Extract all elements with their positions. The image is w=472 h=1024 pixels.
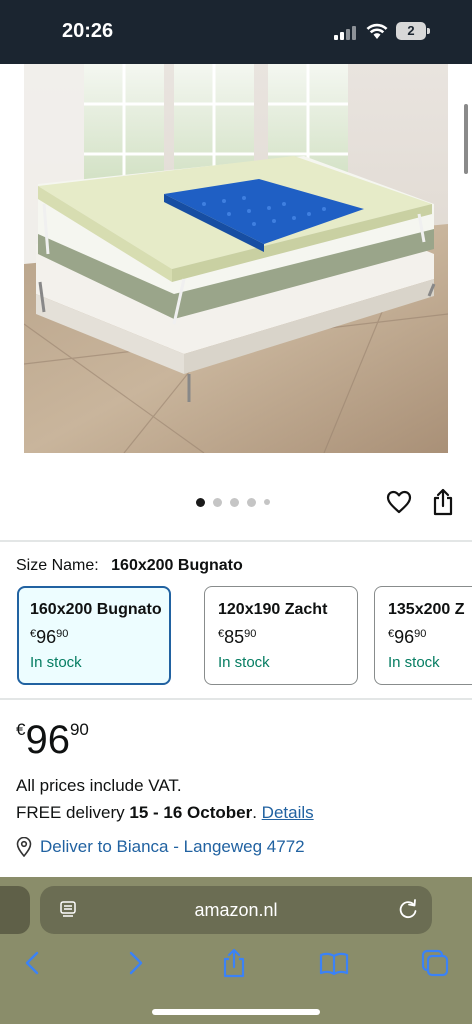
size-option-name: 160x200 Bugnato <box>30 601 162 618</box>
pager-dot[interactable] <box>230 497 239 507</box>
pager-dot[interactable] <box>213 497 222 507</box>
size-option-name: 120x190 Zacht <box>218 601 328 618</box>
delivery-dates: 15 - 16 October <box>129 803 253 822</box>
tabs-icon[interactable] <box>420 948 450 978</box>
previous-tab-stub[interactable] <box>0 886 30 934</box>
size-option-stock: In stock <box>218 654 270 671</box>
url-text: amazon.nl <box>194 900 278 920</box>
deliver-to-link[interactable]: Deliver to Bianca - Langeweg 4772 <box>16 837 305 857</box>
heart-icon[interactable] <box>386 489 412 515</box>
share-icon[interactable] <box>219 948 249 978</box>
status-bar: 20:26 2 <box>0 0 472 64</box>
size-option-stock: In stock <box>30 654 82 671</box>
image-pager-dots[interactable] <box>196 497 270 507</box>
delivery-info: FREE delivery 15 - 16 October. Details <box>16 803 314 822</box>
size-option-price: €9690 <box>388 627 427 647</box>
size-name-label: Size Name: <box>16 557 99 574</box>
battery-icon: 2 <box>396 22 426 40</box>
battery-tip <box>427 28 430 34</box>
delivery-details-link[interactable]: Details <box>262 803 314 822</box>
share-icon[interactable] <box>431 488 455 516</box>
size-option-120x190-zacht[interactable]: 120x190 Zacht €8590 In stock <box>204 586 358 685</box>
wifi-icon <box>366 23 388 39</box>
size-option-price: €8590 <box>218 627 257 647</box>
size-option-price: €9690 <box>30 627 69 647</box>
product-price: €9690 <box>16 718 89 762</box>
back-icon[interactable] <box>18 948 48 978</box>
location-pin-icon <box>16 837 32 857</box>
size-name-row: Size Name: 160x200 Bugnato <box>16 557 243 575</box>
product-image[interactable] <box>24 64 448 453</box>
size-name-value: 160x200 Bugnato <box>111 557 243 574</box>
vat-note: All prices include VAT. <box>16 776 182 795</box>
reload-icon[interactable] <box>398 899 418 921</box>
size-option-160x200-bugnato[interactable]: 160x200 Bugnato €9690 In stock <box>17 586 171 685</box>
size-option-stock: In stock <box>388 654 440 671</box>
pager-dot[interactable] <box>264 499 270 505</box>
section-divider <box>0 540 472 542</box>
pager-dot-active[interactable] <box>196 497 205 507</box>
address-bar[interactable]: amazon.nl <box>40 886 432 934</box>
size-option-name: 135x200 Z <box>388 601 465 618</box>
scroll-indicator[interactable] <box>464 104 468 174</box>
section-divider <box>0 698 472 700</box>
home-indicator[interactable] <box>152 1009 320 1015</box>
size-option-135x200[interactable]: 135x200 Z €9690 In stock <box>374 586 472 685</box>
mattress-topper-photo <box>24 64 448 453</box>
forward-icon[interactable] <box>120 948 150 978</box>
bookmarks-icon[interactable] <box>319 948 349 978</box>
status-time: 20:26 <box>62 20 114 42</box>
deliver-to-text: Deliver to Bianca - Langeweg 4772 <box>40 837 305 856</box>
pager-dot[interactable] <box>247 497 256 507</box>
cellular-signal-icon <box>334 26 360 40</box>
